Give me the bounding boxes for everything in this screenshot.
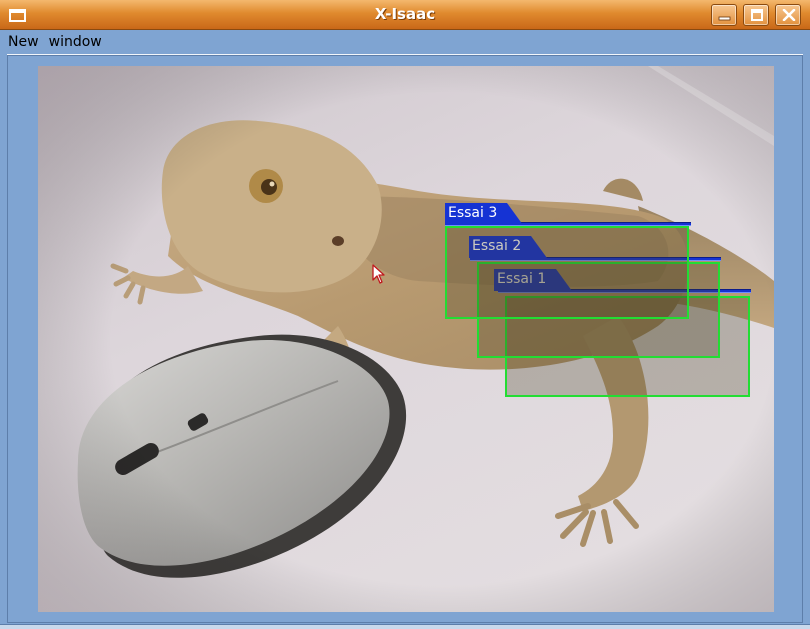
close-button[interactable] — [775, 4, 801, 26]
close-icon — [782, 9, 796, 21]
window-bottom-border — [0, 624, 810, 629]
menu-new[interactable]: New — [5, 31, 41, 50]
mouse-cursor-icon — [372, 264, 385, 284]
minimize-icon — [718, 16, 731, 21]
minimize-button[interactable] — [711, 4, 737, 26]
window-title: X-Isaac — [374, 5, 436, 23]
maximize-icon — [751, 9, 763, 21]
overlay-title-tab[interactable]: Essai 3 — [445, 203, 525, 225]
overlay-title: Essai 3 — [448, 205, 498, 221]
maximize-button[interactable] — [743, 4, 769, 26]
menu-bar: New window — [5, 31, 805, 54]
menu-window[interactable]: window — [46, 31, 104, 50]
title-bar[interactable]: X-Isaac — [0, 0, 810, 30]
overlay-frame — [445, 226, 689, 319]
